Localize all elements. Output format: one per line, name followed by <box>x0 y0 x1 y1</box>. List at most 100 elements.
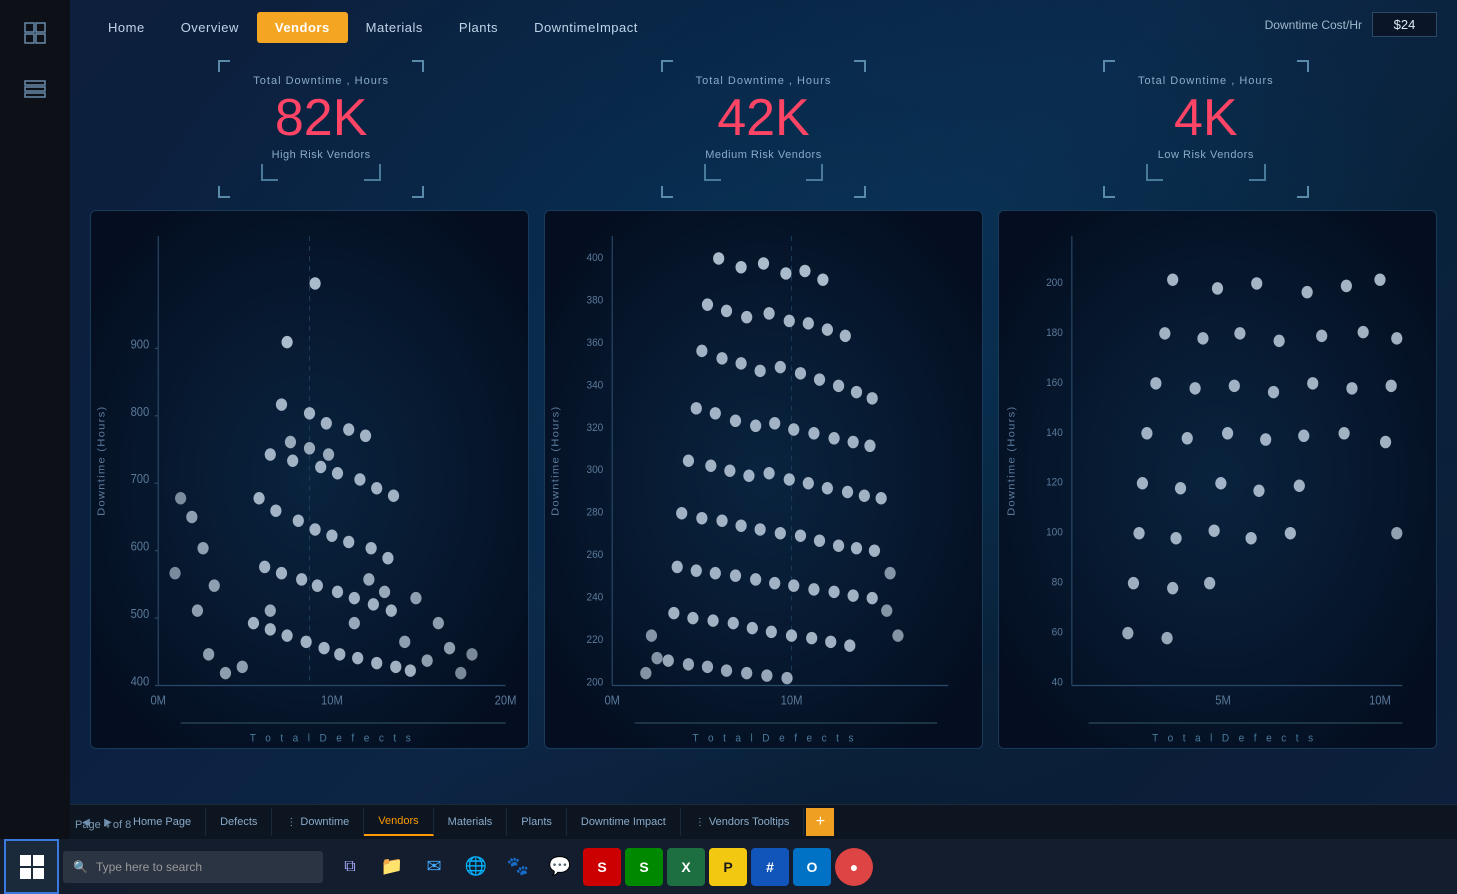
excel-app[interactable]: X <box>667 848 705 886</box>
svg-text:0M: 0M <box>150 693 166 708</box>
tab-plants[interactable]: Plants <box>507 808 567 836</box>
tab-materials[interactable]: Materials <box>434 808 508 836</box>
svg-text:60: 60 <box>1052 626 1063 639</box>
start-button[interactable] <box>4 839 59 894</box>
svg-text:180: 180 <box>1046 326 1063 339</box>
calc-app[interactable]: # <box>751 848 789 886</box>
taskview-app[interactable]: ⧉ <box>331 848 369 886</box>
chart-medium-risk: 200 220 240 260 280 300 320 340 360 380 … <box>544 210 983 749</box>
svg-text:Downtime (Hours): Downtime (Hours) <box>550 406 561 516</box>
top-nav: Home Overview Vendors Materials Plants D… <box>70 0 1457 55</box>
tab-tooltips-icon: ⋮ <box>695 817 705 828</box>
tab-materials-label: Materials <box>448 816 493 828</box>
svg-text:300: 300 <box>586 464 603 477</box>
svg-text:5M: 5M <box>1215 693 1231 708</box>
svg-text:120: 120 <box>1046 476 1063 489</box>
grid-sidebar-icon[interactable] <box>17 15 53 51</box>
svg-text:100: 100 <box>1046 526 1063 539</box>
metric3-label: Total Downtime , Hours <box>1138 75 1274 87</box>
svg-text:700: 700 <box>131 472 150 487</box>
tab-vendors-tooltips[interactable]: ⋮ Vendors Tooltips <box>681 808 805 836</box>
svg-text:80: 80 <box>1052 576 1063 589</box>
svg-text:500: 500 <box>131 607 150 622</box>
svg-text:10M: 10M <box>1369 693 1391 708</box>
svg-text:20M: 20M <box>495 693 517 708</box>
page-info: Page 4 of 8 <box>75 819 131 831</box>
dashboard: Home Overview Vendors Materials Plants D… <box>70 0 1457 839</box>
charts-row: 400 500 600 700 800 900 0M 10M 20M Downt… <box>90 210 1437 749</box>
left-sidebar <box>0 0 70 894</box>
tab-plants-label: Plants <box>521 816 552 828</box>
tab-add-btn[interactable]: + <box>806 808 834 836</box>
metric3-value: 4K <box>1138 92 1274 144</box>
svg-text:T o t a l D e f e c t s: T o t a l D e f e c t s <box>693 732 857 745</box>
tab-bar: ◀ ▶ Home Page Defects ⋮ Downtime Vendors… <box>70 804 1457 839</box>
svg-text:600: 600 <box>131 539 150 554</box>
chart-low-risk: 40 60 80 100 120 140 160 180 200 5M 10M … <box>998 210 1437 749</box>
mail-app[interactable]: ✉ <box>415 848 453 886</box>
svg-text:10M: 10M <box>781 693 803 708</box>
svg-text:40: 40 <box>1052 676 1063 689</box>
metric2-value: 42K <box>696 92 832 144</box>
chart-high-risk: 400 500 600 700 800 900 0M 10M 20M Downt… <box>90 210 529 749</box>
metric2-sublabel: Medium Risk Vendors <box>696 149 832 173</box>
svg-text:140: 140 <box>1046 426 1063 439</box>
cost-value-input[interactable] <box>1372 12 1437 37</box>
tab-downtime-icon: ⋮ <box>286 817 296 828</box>
metric1-label: Total Downtime , Hours <box>253 75 389 87</box>
search-placeholder-text: Type here to search <box>96 860 202 874</box>
svg-text:400: 400 <box>131 674 150 689</box>
explorer-app[interactable]: 📁 <box>373 848 411 886</box>
svg-text:10M: 10M <box>321 693 343 708</box>
tab-downtime-label: Downtime <box>300 816 349 828</box>
svg-text:900: 900 <box>131 337 150 352</box>
nav-overview[interactable]: Overview <box>163 12 257 43</box>
tab-downtime[interactable]: ⋮ Downtime <box>272 808 364 836</box>
svg-text:Downtime (Hours): Downtime (Hours) <box>96 406 107 516</box>
app-dog[interactable]: 🐾 <box>499 848 537 886</box>
nav-downtime-impact[interactable]: DowntimeImpact <box>516 12 656 43</box>
whatsapp-app[interactable]: 💬 <box>541 848 579 886</box>
svg-text:Downtime (Hours): Downtime (Hours) <box>1006 406 1017 516</box>
nav-vendors[interactable]: Vendors <box>257 12 348 43</box>
search-magnifier-icon: 🔍 <box>73 860 88 874</box>
app-green[interactable]: S <box>625 848 663 886</box>
tab-home-page[interactable]: Home Page <box>119 808 206 836</box>
chrome-app[interactable]: 🌐 <box>457 848 495 886</box>
svg-text:200: 200 <box>586 676 603 689</box>
layers-sidebar-icon[interactable] <box>17 71 53 107</box>
tab-vendors-tooltips-label: Vendors Tooltips <box>709 816 790 828</box>
nav-materials[interactable]: Materials <box>348 12 441 43</box>
svg-text:320: 320 <box>586 421 603 434</box>
taskbar-search[interactable]: 🔍 Type here to search <box>63 851 323 883</box>
svg-text:T o t a l D e f e c t s: T o t a l D e f e c t s <box>1152 732 1316 745</box>
svg-text:T o t a l D e f e c t s: T o t a l D e f e c t s <box>250 732 414 745</box>
outlook-app[interactable]: O <box>793 848 831 886</box>
metric2-label: Total Downtime , Hours <box>696 75 832 87</box>
nav-plants[interactable]: Plants <box>441 12 516 43</box>
svg-text:260: 260 <box>586 549 603 562</box>
svg-text:220: 220 <box>586 634 603 647</box>
tab-defects[interactable]: Defects <box>206 808 272 836</box>
tab-downtime-impact[interactable]: Downtime Impact <box>567 808 681 836</box>
svg-text:240: 240 <box>586 591 603 604</box>
metrics-row: Total Downtime , Hours 82K High Risk Ven… <box>70 55 1457 203</box>
svg-text:340: 340 <box>586 379 603 392</box>
taskbar-apps: ⧉ 📁 ✉ 🌐 🐾 💬 S S X P # O ● <box>331 848 873 886</box>
tab-defects-label: Defects <box>220 816 257 828</box>
app-red[interactable]: S <box>583 848 621 886</box>
app-orange[interactable]: ● <box>835 848 873 886</box>
metric3-sublabel: Low Risk Vendors <box>1138 149 1274 173</box>
cost-control: Downtime Cost/Hr <box>1265 12 1437 37</box>
tab-vendors[interactable]: Vendors <box>364 808 433 836</box>
tab-downtime-impact-label: Downtime Impact <box>581 816 666 828</box>
tab-vendors-label: Vendors <box>378 815 418 827</box>
svg-text:160: 160 <box>1046 376 1063 389</box>
cost-label: Downtime Cost/Hr <box>1265 18 1362 32</box>
svg-text:380: 380 <box>586 294 603 307</box>
powerbi-app[interactable]: P <box>709 848 747 886</box>
svg-text:280: 280 <box>586 506 603 519</box>
nav-home[interactable]: Home <box>90 12 163 43</box>
svg-text:0M: 0M <box>604 693 620 708</box>
tab-home-label: Home Page <box>133 816 191 828</box>
